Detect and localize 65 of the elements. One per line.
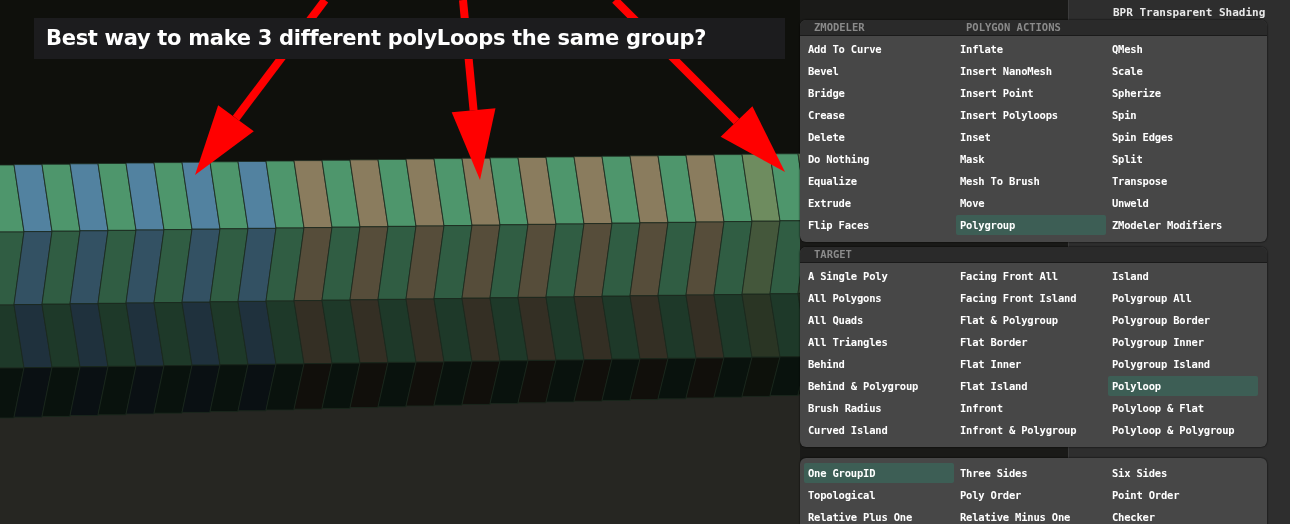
menu-item[interactable]: Three Sides bbox=[956, 463, 1106, 483]
menu-item[interactable]: Relative Plus One bbox=[804, 507, 954, 524]
menu-item[interactable]: Flat Inner bbox=[956, 354, 1106, 374]
menu-item[interactable]: All Quads bbox=[804, 310, 954, 330]
menu-item[interactable]: All Triangles bbox=[804, 332, 954, 352]
caption-banner: Best way to make 3 different polyLoops the same group? bbox=[34, 18, 785, 59]
menu-item[interactable]: A Single Poly bbox=[804, 266, 954, 286]
menu-item[interactable]: Do Nothing bbox=[804, 149, 954, 169]
menu-item[interactable]: Mesh To Brush bbox=[956, 171, 1106, 191]
menu-item[interactable]: Topological bbox=[804, 485, 954, 505]
menu-item[interactable]: Mask bbox=[956, 149, 1106, 169]
menu-item[interactable]: Unweld bbox=[1108, 193, 1258, 213]
menu-item[interactable]: Polygroup All bbox=[1108, 288, 1258, 308]
menu-item[interactable]: Behind bbox=[804, 354, 954, 374]
menu-item[interactable]: Flat Border bbox=[956, 332, 1106, 352]
menu-item[interactable]: Insert Polyloops bbox=[956, 105, 1106, 125]
menu-heading: TARGET bbox=[813, 247, 852, 262]
menu-item[interactable]: Checker bbox=[1108, 507, 1258, 524]
menu-item[interactable]: Polygroup bbox=[956, 215, 1106, 235]
menu-item[interactable]: Infront & Polygroup bbox=[956, 420, 1106, 440]
menu-item[interactable]: Inflate bbox=[956, 39, 1106, 59]
menu-item[interactable]: Extrude bbox=[804, 193, 954, 213]
menu-item[interactable]: Island bbox=[1108, 266, 1258, 286]
menu-item[interactable]: Insert Point bbox=[956, 83, 1106, 103]
menu-heading: ZMODELER bbox=[813, 20, 865, 35]
menu-item[interactable]: Insert NanoMesh bbox=[956, 61, 1106, 81]
menu-item[interactable]: Spin bbox=[1108, 105, 1258, 125]
menu-item[interactable]: One GroupID bbox=[804, 463, 954, 483]
menu-heading: POLYGON ACTIONS bbox=[965, 20, 1061, 35]
menu-item[interactable]: Inset bbox=[956, 127, 1106, 147]
menu-item[interactable]: Polyloop & Polygroup bbox=[1108, 420, 1258, 440]
menu-item[interactable]: Add To Curve bbox=[804, 39, 954, 59]
menu-item[interactable]: Delete bbox=[804, 127, 954, 147]
menu-item[interactable]: Curved Island bbox=[804, 420, 954, 440]
menu-item[interactable]: Bridge bbox=[804, 83, 954, 103]
menu-item[interactable]: Facing Front Island bbox=[956, 288, 1106, 308]
menu-item[interactable]: Point Order bbox=[1108, 485, 1258, 505]
menu-item[interactable]: Six Sides bbox=[1108, 463, 1258, 483]
menu-item[interactable]: Move bbox=[956, 193, 1106, 213]
menu-item[interactable]: Equalize bbox=[804, 171, 954, 191]
menu-item[interactable]: Polygroup Island bbox=[1108, 354, 1258, 374]
menu-item[interactable]: Polygroup Border bbox=[1108, 310, 1258, 330]
menu-item[interactable]: Polyloop & Flat bbox=[1108, 398, 1258, 418]
menu-item[interactable]: Flip Faces bbox=[804, 215, 954, 235]
menu-item[interactable]: Split bbox=[1108, 149, 1258, 169]
menu-item[interactable]: Spherize bbox=[1108, 83, 1258, 103]
menu-item[interactable]: Crease bbox=[804, 105, 954, 125]
menu-item[interactable]: Facing Front All bbox=[956, 266, 1106, 286]
menu-item[interactable]: Bevel bbox=[804, 61, 954, 81]
menu-item[interactable]: ZModeler Modifiers bbox=[1108, 215, 1258, 235]
menu-item[interactable]: Scale bbox=[1108, 61, 1258, 81]
menu-item[interactable]: All Polygons bbox=[804, 288, 954, 308]
menu-item[interactable]: Infront bbox=[956, 398, 1106, 418]
menu-item[interactable]: Polyloop bbox=[1108, 376, 1258, 396]
menu-item[interactable]: QMesh bbox=[1108, 39, 1258, 59]
menu-item[interactable]: Transpose bbox=[1108, 171, 1258, 191]
menu-item[interactable]: Polygroup Inner bbox=[1108, 332, 1258, 352]
menu-item[interactable]: Flat Island bbox=[956, 376, 1106, 396]
menu-item[interactable]: Behind & Polygroup bbox=[804, 376, 954, 396]
menu-item[interactable]: Brush Radius bbox=[804, 398, 954, 418]
panel-heading: BPR Transparent Shading bbox=[1113, 6, 1266, 19]
menu-item[interactable]: Flat & Polygroup bbox=[956, 310, 1106, 330]
menu-item[interactable]: Relative Minus One bbox=[956, 507, 1106, 524]
menu-item[interactable]: Spin Edges bbox=[1108, 127, 1258, 147]
menu-item[interactable]: Poly Order bbox=[956, 485, 1106, 505]
